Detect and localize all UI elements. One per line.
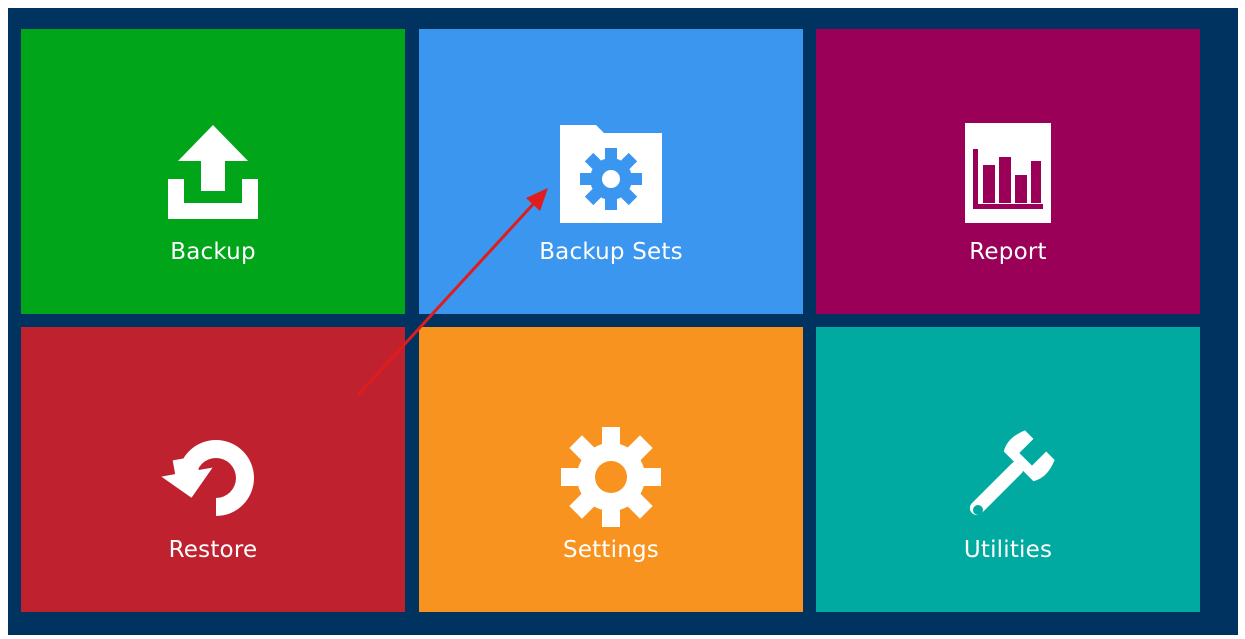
tile-label-backup: Backup <box>170 239 256 265</box>
tile-label-restore: Restore <box>168 537 258 563</box>
backup-tile[interactable]: Backup <box>21 29 405 314</box>
tile-label-backup-sets: Backup Sets <box>539 239 683 265</box>
gear-icon <box>556 422 666 532</box>
tile-label-utilities: Utilities <box>963 537 1053 563</box>
utilities-tile[interactable]: Utilities <box>816 327 1200 612</box>
restore-icon <box>158 422 268 532</box>
folder-gear-icon <box>556 119 666 229</box>
report-tile[interactable]: Report <box>816 29 1200 314</box>
bar-chart-icon <box>953 119 1063 229</box>
settings-tile[interactable]: Settings <box>419 327 803 612</box>
backup-sets-tile[interactable]: Backup Sets <box>419 29 803 314</box>
tile-label-settings: Settings <box>563 537 659 563</box>
wrench-icon <box>953 422 1063 532</box>
restore-tile[interactable]: Restore <box>21 327 405 612</box>
tile-label-report: Report <box>969 239 1047 265</box>
upload-icon <box>158 119 268 229</box>
